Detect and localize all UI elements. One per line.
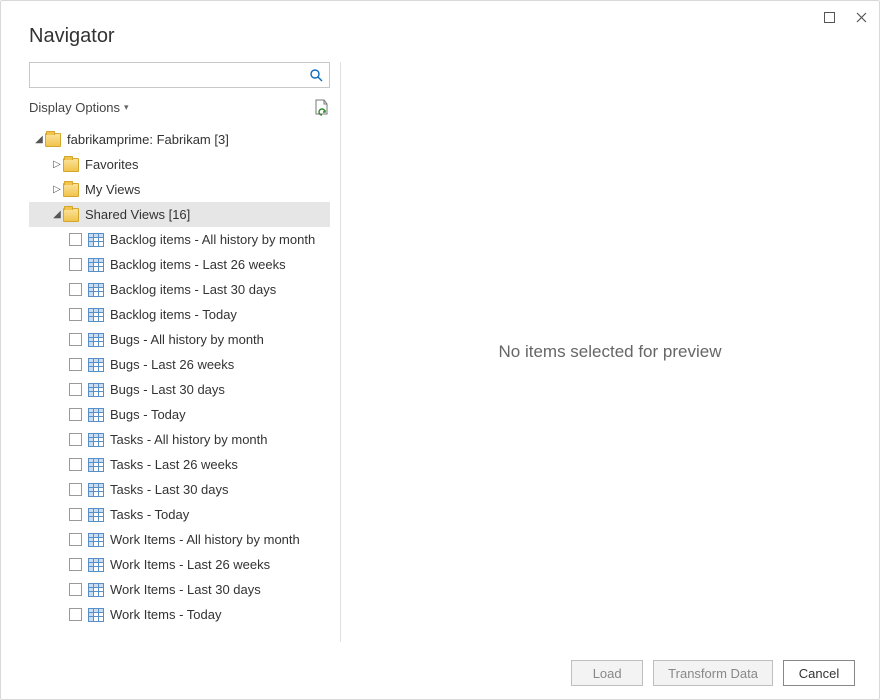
table-icon (88, 608, 104, 622)
tree-item[interactable]: Tasks - All history by month (29, 427, 330, 452)
folder-icon (45, 133, 61, 147)
tree-item-label: Backlog items - All history by month (110, 232, 315, 247)
checkbox[interactable] (69, 458, 82, 471)
table-icon (88, 308, 104, 322)
tree-root-fabrikam[interactable]: ◢ fabrikamprime: Fabrikam [3] (29, 127, 330, 152)
folder-icon (63, 208, 79, 222)
table-icon (88, 283, 104, 297)
search-input[interactable] (30, 63, 303, 87)
transform-data-button[interactable]: Transform Data (653, 660, 773, 686)
checkbox[interactable] (69, 483, 82, 496)
collapse-icon[interactable]: ◢ (33, 134, 45, 145)
tree-item[interactable]: Tasks - Today (29, 502, 330, 527)
tree-item-label: Bugs - Last 26 weeks (110, 357, 234, 372)
folder-icon (63, 158, 79, 172)
table-icon (88, 558, 104, 572)
table-icon (88, 408, 104, 422)
tree-node-sharedviews[interactable]: ◢ Shared Views [16] (29, 202, 330, 227)
tree-item-label: Work Items - Last 26 weeks (110, 557, 270, 572)
checkbox[interactable] (69, 383, 82, 396)
checkbox[interactable] (69, 333, 82, 346)
tree-root-label: fabrikamprime: Fabrikam [3] (67, 132, 229, 147)
tree-item[interactable]: Backlog items - Last 30 days (29, 277, 330, 302)
page-title: Navigator (29, 25, 851, 48)
checkbox[interactable] (69, 233, 82, 246)
display-options-label: Display Options (29, 100, 120, 115)
expand-icon[interactable]: ▷ (51, 159, 63, 170)
table-icon (88, 508, 104, 522)
checkbox[interactable] (69, 508, 82, 521)
tree-item-label: Backlog items - Last 30 days (110, 282, 276, 297)
checkbox[interactable] (69, 608, 82, 621)
tree-item[interactable]: Tasks - Last 30 days (29, 477, 330, 502)
checkbox[interactable] (69, 583, 82, 596)
tree-item[interactable]: Backlog items - Last 26 weeks (29, 252, 330, 277)
checkbox[interactable] (69, 358, 82, 371)
tree-item[interactable]: Work Items - All history by month (29, 527, 330, 552)
chevron-down-icon: ▾ (124, 102, 129, 113)
tree-item[interactable]: Bugs - All history by month (29, 327, 330, 352)
tree-item-label: Work Items - Today (110, 607, 222, 622)
load-button[interactable]: Load (571, 660, 643, 686)
expand-icon[interactable]: ▷ (51, 184, 63, 195)
refresh-preview-icon[interactable] (312, 99, 330, 117)
checkbox[interactable] (69, 433, 82, 446)
checkbox[interactable] (69, 308, 82, 321)
table-icon (88, 233, 104, 247)
maximize-icon[interactable] (821, 9, 837, 25)
table-icon (88, 383, 104, 397)
navigator-tree: ◢ fabrikamprime: Fabrikam [3] ▷ Favorite… (29, 123, 330, 642)
tree-item[interactable]: Bugs - Last 26 weeks (29, 352, 330, 377)
table-icon (88, 258, 104, 272)
checkbox[interactable] (69, 258, 82, 271)
table-icon (88, 533, 104, 547)
tree-node-label: My Views (85, 182, 140, 197)
table-icon (88, 583, 104, 597)
table-icon (88, 358, 104, 372)
search-box[interactable] (29, 62, 330, 88)
tree-node-label: Shared Views [16] (85, 207, 190, 222)
tree-item[interactable]: Backlog items - All history by month (29, 227, 330, 252)
tree-item[interactable]: Bugs - Last 30 days (29, 377, 330, 402)
tree-item-label: Bugs - Today (110, 407, 186, 422)
table-icon (88, 483, 104, 497)
tree-item-label: Work Items - All history by month (110, 532, 300, 547)
cancel-button[interactable]: Cancel (783, 660, 855, 686)
checkbox[interactable] (69, 533, 82, 546)
tree-item-label: Tasks - Last 26 weeks (110, 457, 238, 472)
checkbox[interactable] (69, 558, 82, 571)
display-options-dropdown[interactable]: Display Options ▾ (29, 98, 129, 117)
tree-item-label: Tasks - Today (110, 507, 189, 522)
tree-item-label: Backlog items - Last 26 weeks (110, 257, 286, 272)
tree-node-myviews[interactable]: ▷ My Views (29, 177, 330, 202)
tree-item-label: Bugs - Last 30 days (110, 382, 225, 397)
tree-item[interactable]: Tasks - Last 26 weeks (29, 452, 330, 477)
preview-empty-message: No items selected for preview (499, 342, 722, 362)
tree-node-favorites[interactable]: ▷ Favorites (29, 152, 330, 177)
tree-item-label: Work Items - Last 30 days (110, 582, 261, 597)
collapse-icon[interactable]: ◢ (51, 209, 63, 220)
tree-item-label: Tasks - All history by month (110, 432, 268, 447)
tree-item-label: Backlog items - Today (110, 307, 237, 322)
tree-item[interactable]: Bugs - Today (29, 402, 330, 427)
tree-node-label: Favorites (85, 157, 138, 172)
tree-item-label: Bugs - All history by month (110, 332, 264, 347)
table-icon (88, 458, 104, 472)
search-icon[interactable] (303, 63, 329, 87)
tree-item[interactable]: Backlog items - Today (29, 302, 330, 327)
close-icon[interactable] (853, 9, 869, 25)
table-icon (88, 433, 104, 447)
folder-icon (63, 183, 79, 197)
table-icon (88, 333, 104, 347)
tree-item[interactable]: Work Items - Last 30 days (29, 577, 330, 602)
checkbox[interactable] (69, 283, 82, 296)
tree-item[interactable]: Work Items - Last 26 weeks (29, 552, 330, 577)
tree-item[interactable]: Work Items - Today (29, 602, 330, 627)
tree-item-label: Tasks - Last 30 days (110, 482, 229, 497)
checkbox[interactable] (69, 408, 82, 421)
